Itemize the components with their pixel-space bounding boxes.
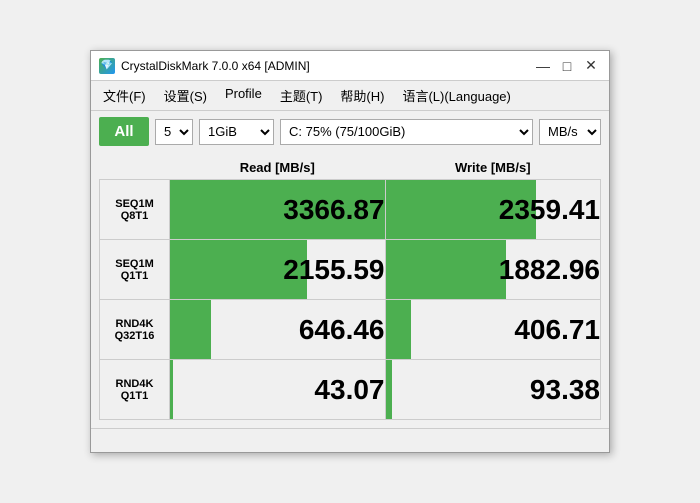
menu-theme[interactable]: 主题(T)	[272, 83, 331, 108]
row-label: RND4K Q32T16	[100, 300, 170, 360]
benchmark-table: Read [MB/s] Write [MB/s] SEQ1M Q8T13366.…	[99, 156, 601, 420]
menu-settings[interactable]: 设置(S)	[156, 83, 215, 108]
size-select[interactable]: 1GiB 512MiB 2GiB 4GiB	[199, 119, 274, 145]
table-row: SEQ1M Q1T12155.591882.96	[100, 240, 601, 300]
menu-profile[interactable]: Profile	[217, 83, 270, 108]
drive-select[interactable]: C: 75% (75/100GiB)	[280, 119, 533, 145]
table-row: RND4K Q1T143.0793.38	[100, 360, 601, 420]
col-write-header: Write [MB/s]	[385, 156, 601, 180]
title-bar-left: 💎 CrystalDiskMark 7.0.0 x64 [ADMIN]	[99, 58, 310, 74]
write-value: 406.71	[385, 300, 601, 360]
content-area: Read [MB/s] Write [MB/s] SEQ1M Q8T13366.…	[91, 152, 609, 428]
title-bar: 💎 CrystalDiskMark 7.0.0 x64 [ADMIN] — □ …	[91, 51, 609, 81]
maximize-button[interactable]: □	[557, 56, 577, 76]
row-label: SEQ1M Q1T1	[100, 240, 170, 300]
menu-language[interactable]: 语言(L)(Language)	[394, 83, 518, 108]
table-row: SEQ1M Q8T13366.872359.41	[100, 180, 601, 240]
all-button[interactable]: All	[99, 117, 149, 146]
toolbar: All 5 1 3 9 1GiB 512MiB 2GiB 4GiB C: 75%…	[91, 111, 609, 152]
table-row: RND4K Q32T16646.46406.71	[100, 300, 601, 360]
status-bar	[91, 428, 609, 452]
read-value: 2155.59	[170, 240, 386, 300]
menu-bar: 文件(F) 设置(S) Profile 主题(T) 帮助(H) 语言(L)(La…	[91, 81, 609, 111]
row-label: SEQ1M Q8T1	[100, 180, 170, 240]
unit-select[interactable]: MB/s GB/s IOPS	[539, 119, 601, 145]
app-icon: 💎	[99, 58, 115, 74]
write-value: 2359.41	[385, 180, 601, 240]
window-title: CrystalDiskMark 7.0.0 x64 [ADMIN]	[121, 59, 310, 73]
read-value: 646.46	[170, 300, 386, 360]
menu-help[interactable]: 帮助(H)	[332, 83, 392, 108]
title-controls: — □ ✕	[533, 56, 601, 76]
row-label: RND4K Q1T1	[100, 360, 170, 420]
write-value: 1882.96	[385, 240, 601, 300]
read-value: 3366.87	[170, 180, 386, 240]
col-read-header: Read [MB/s]	[170, 156, 386, 180]
read-value: 43.07	[170, 360, 386, 420]
write-value: 93.38	[385, 360, 601, 420]
close-button[interactable]: ✕	[581, 56, 601, 76]
main-window: 💎 CrystalDiskMark 7.0.0 x64 [ADMIN] — □ …	[90, 50, 610, 453]
col-label-header	[100, 156, 170, 180]
menu-file[interactable]: 文件(F)	[95, 83, 154, 108]
count-select[interactable]: 5 1 3 9	[155, 119, 193, 145]
minimize-button[interactable]: —	[533, 56, 553, 76]
